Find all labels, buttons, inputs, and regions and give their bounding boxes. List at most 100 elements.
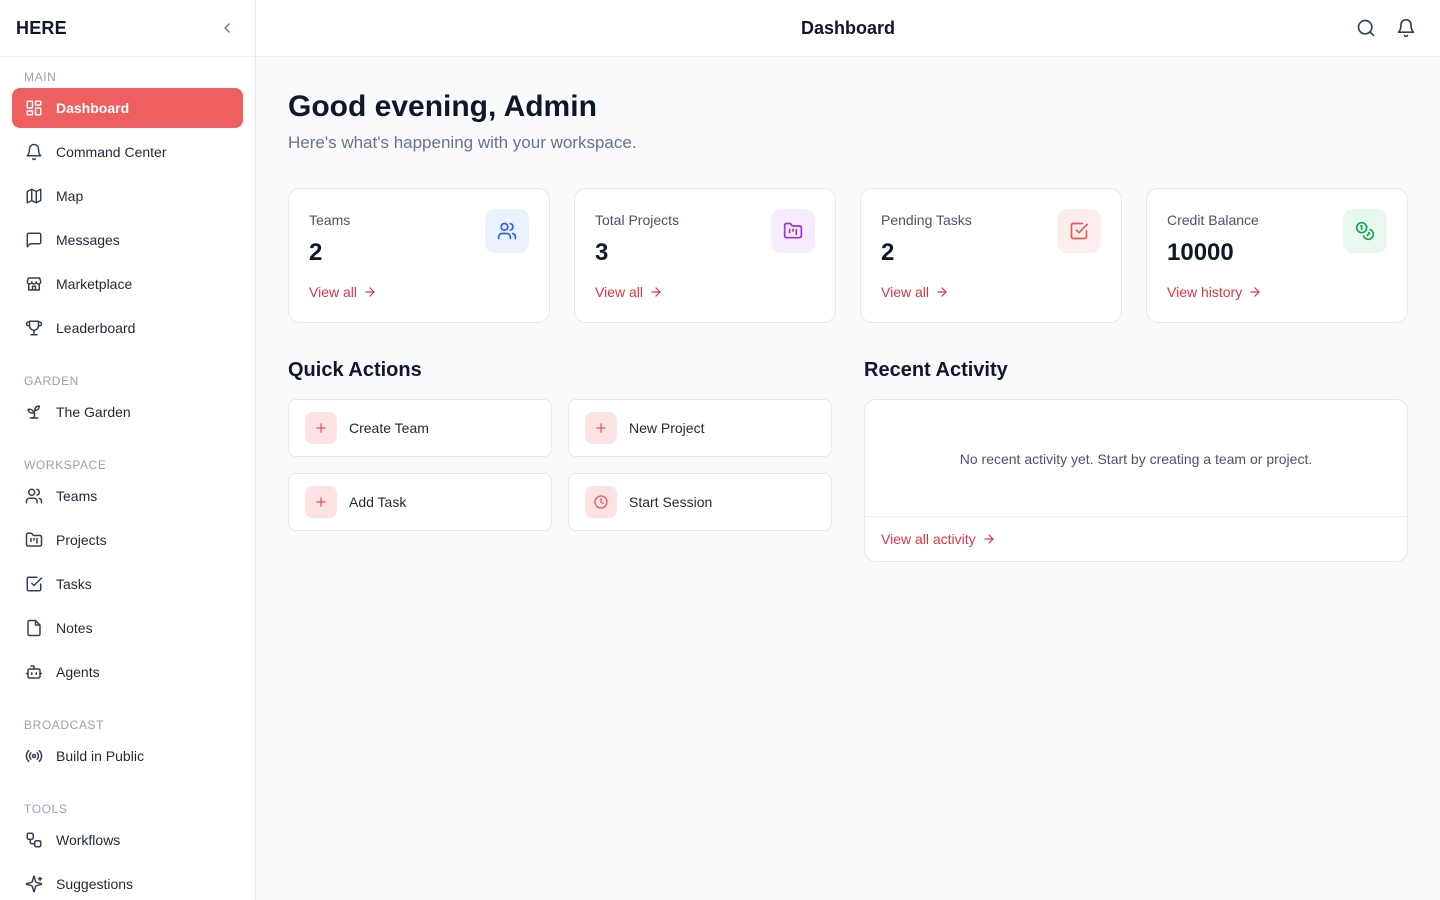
- sidebar-item-label: Command Center: [56, 144, 167, 160]
- stat-card-tasks: Pending Tasks 2 View all: [860, 188, 1122, 323]
- check-square-icon: [1057, 209, 1101, 253]
- store-icon: [24, 274, 44, 294]
- chevron-left-icon: [224, 23, 230, 33]
- empty-state-message: No recent activity yet. Start by creatin…: [959, 451, 1313, 467]
- folder-kanban-icon: [771, 209, 815, 253]
- workflow-icon: [24, 830, 44, 850]
- sidebar-item-label: Messages: [56, 232, 120, 248]
- notifications-button[interactable]: [1395, 17, 1417, 39]
- section-label-main: MAIN: [24, 70, 57, 84]
- sidebar-item-suggestions[interactable]: Suggestions: [12, 864, 243, 900]
- new-project-button[interactable]: New Project: [568, 399, 832, 457]
- layout-grid-icon: [24, 98, 44, 118]
- greeting-heading: Good evening, Admin: [288, 90, 597, 123]
- sidebar-item-label: Marketplace: [56, 276, 133, 292]
- stat-value: 10000: [1167, 239, 1234, 266]
- sidebar-item-label: Suggestions: [56, 876, 134, 892]
- sidebar-item-the-garden[interactable]: The Garden: [12, 392, 243, 432]
- sidebar-item-label: Map: [56, 188, 84, 204]
- sidebar-item-label: Workflows: [56, 832, 121, 848]
- sidebar-item-messages[interactable]: Messages: [12, 220, 243, 260]
- sidebar-item-workflows[interactable]: Workflows: [12, 820, 243, 860]
- sparkles-icon: [24, 874, 44, 894]
- sidebar-item-teams[interactable]: Teams: [12, 476, 243, 516]
- page-title: Dashboard: [800, 18, 896, 38]
- sidebar-item-notes[interactable]: Notes: [12, 608, 243, 648]
- sidebar-item-command-center[interactable]: Command Center: [12, 132, 243, 172]
- action-label: New Project: [629, 420, 705, 436]
- recent-activity-card: No recent activity yet. Start by creatin…: [864, 399, 1408, 562]
- stat-label: Total Projects: [595, 212, 680, 228]
- stat-value: 2: [309, 239, 323, 266]
- projects-view-all-link[interactable]: View all: [595, 284, 663, 300]
- collapse-sidebar-button[interactable]: [215, 16, 239, 40]
- arrow-right-icon: [365, 287, 375, 297]
- section-label-tools: TOOLS: [24, 802, 68, 816]
- link-label: View all: [595, 284, 643, 300]
- plus-icon: [585, 412, 617, 444]
- search-button[interactable]: [1355, 17, 1377, 39]
- arrow-right-icon: [984, 534, 994, 544]
- sidebar-item-tasks[interactable]: Tasks: [12, 564, 243, 604]
- quick-actions-title: Quick Actions: [288, 359, 422, 381]
- stat-value: 3: [595, 239, 609, 266]
- sidebar-item-label: Projects: [56, 532, 107, 548]
- sidebar-item-dashboard[interactable]: Dashboard: [12, 88, 243, 128]
- link-label: View all: [309, 284, 357, 300]
- sidebar-item-agents[interactable]: Agents: [12, 652, 243, 692]
- sidebar-item-label: Leaderboard: [56, 320, 136, 336]
- sprout-icon: [24, 402, 44, 422]
- arrow-right-icon: [937, 287, 947, 297]
- message-square-icon: [24, 230, 44, 250]
- plus-icon: [305, 486, 337, 518]
- section-label-garden: GARDEN: [24, 374, 79, 388]
- sidebar-item-label: The Garden: [56, 404, 131, 420]
- sidebar-item-label: Agents: [56, 664, 100, 680]
- sidebar-item-marketplace[interactable]: Marketplace: [12, 264, 243, 304]
- arrow-right-icon: [1250, 287, 1260, 297]
- create-team-button[interactable]: Create Team: [288, 399, 552, 457]
- sidebar: HERE MAIN Dashboard Command Center Map M…: [0, 0, 256, 900]
- action-label: Add Task: [349, 494, 407, 510]
- stat-card-teams: Teams 2 View all: [288, 188, 550, 323]
- sidebar-item-label: Teams: [56, 488, 98, 504]
- bell-icon: [24, 142, 44, 162]
- credits-view-history-link[interactable]: View history: [1167, 284, 1262, 300]
- start-session-button[interactable]: Start Session: [568, 473, 832, 531]
- brand-logo[interactable]: HERE: [16, 18, 67, 39]
- sidebar-item-build-in-public[interactable]: Build in Public: [12, 736, 243, 776]
- tasks-view-all-link[interactable]: View all: [881, 284, 949, 300]
- action-label: Create Team: [349, 420, 429, 436]
- trophy-icon: [24, 318, 44, 338]
- topbar: Dashboard: [256, 0, 1440, 57]
- sidebar-item-leaderboard[interactable]: Leaderboard: [12, 308, 243, 348]
- check-square-icon: [24, 574, 44, 594]
- sidebar-header: HERE: [0, 0, 255, 57]
- bot-icon: [24, 662, 44, 682]
- sidebar-item-projects[interactable]: Projects: [12, 520, 243, 560]
- link-label: View all activity: [881, 531, 976, 547]
- plus-icon: [305, 412, 337, 444]
- action-label: Start Session: [629, 494, 713, 510]
- folder-kanban-icon: [24, 530, 44, 550]
- sidebar-item-label: Dashboard: [56, 100, 130, 116]
- stat-card-projects: Total Projects 3 View all: [574, 188, 836, 323]
- sidebar-item-label: Notes: [56, 620, 93, 636]
- search-icon: [1357, 19, 1375, 37]
- recent-activity-title: Recent Activity: [864, 359, 1008, 381]
- section-label-workspace: WORKSPACE: [24, 458, 107, 472]
- greeting-subtitle: Here's what's happening with your worksp…: [288, 133, 637, 152]
- stat-label: Teams: [309, 212, 351, 228]
- link-label: View all: [881, 284, 929, 300]
- teams-view-all-link[interactable]: View all: [309, 284, 377, 300]
- clock-icon: [585, 486, 617, 518]
- stat-label: Pending Tasks: [881, 212, 972, 228]
- section-label-broadcast: BROADCAST: [24, 718, 105, 732]
- stat-label: Credit Balance: [1167, 212, 1259, 228]
- sidebar-item-map[interactable]: Map: [12, 176, 243, 216]
- add-task-button[interactable]: Add Task: [288, 473, 552, 531]
- view-all-activity-link[interactable]: View all activity: [881, 531, 996, 547]
- sidebar-item-label: Build in Public: [56, 748, 144, 764]
- stat-value: 2: [881, 239, 895, 266]
- file-icon: [24, 618, 44, 638]
